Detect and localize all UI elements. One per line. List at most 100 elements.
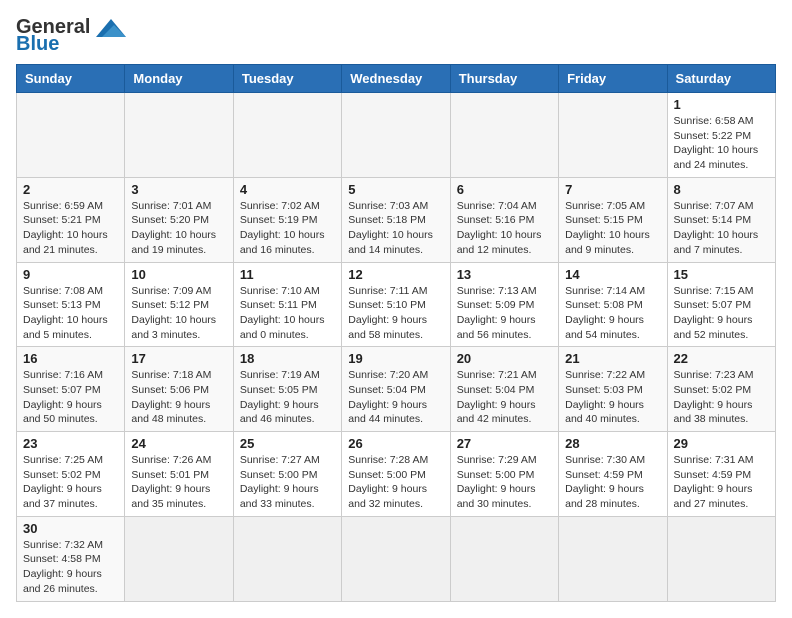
calendar-cell: 24 Sunrise: 7:26 AM Sunset: 5:01 PM Dayli…	[125, 432, 233, 517]
calendar-week-row: 30Sunrise: 7:32 AM Sunset: 4:58 PM Dayli…	[17, 516, 776, 601]
day-of-week-header: Friday	[559, 65, 667, 93]
day-info: Sunrise: 7:04 AM Sunset: 5:16 PM Dayligh…	[457, 199, 552, 258]
calendar-cell: 29Sunrise: 7:31 AM Sunset: 4:59 PM Dayli…	[667, 432, 775, 517]
day-info: Sunrise: 7:07 AM Sunset: 5:14 PM Dayligh…	[674, 199, 769, 258]
day-number: 2	[23, 182, 118, 197]
day-number: 20	[457, 351, 552, 366]
day-number: 21	[565, 351, 660, 366]
day-info: Sunrise: 7:15 AM Sunset: 5:07 PM Dayligh…	[674, 284, 769, 343]
day-info: Sunrise: 7:09 AM Sunset: 5:12 PM Dayligh…	[131, 284, 226, 343]
day-info: Sunrise: 7:21 AM Sunset: 5:04 PM Dayligh…	[457, 368, 552, 427]
logo: General Blue	[16, 16, 130, 56]
day-info: Sunrise: 7:20 AM Sunset: 5:04 PM Dayligh…	[348, 368, 443, 427]
calendar-cell: 27Sunrise: 7:29 AM Sunset: 5:00 PM Dayli…	[450, 432, 558, 517]
day-number: 18	[240, 351, 335, 366]
day-number: 9	[23, 267, 118, 282]
calendar-cell: 15 Sunrise: 7:15 AM Sunset: 5:07 PM Dayli…	[667, 262, 775, 347]
day-info: Sunrise: 7:08 AM Sunset: 5:13 PM Dayligh…	[23, 284, 118, 343]
day-number: 22	[674, 351, 769, 366]
calendar-cell: 19Sunrise: 7:20 AM Sunset: 5:04 PM Dayli…	[342, 347, 450, 432]
calendar-cell	[125, 93, 233, 178]
day-number: 17	[131, 351, 226, 366]
day-info: Sunrise: 7:30 AM Sunset: 4:59 PM Dayligh…	[565, 453, 660, 512]
day-number: 10	[131, 267, 226, 282]
calendar-week-row: 9 Sunrise: 7:08 AM Sunset: 5:13 PM Daylig…	[17, 262, 776, 347]
calendar-week-row: 16Sunrise: 7:16 AM Sunset: 5:07 PM Dayli…	[17, 347, 776, 432]
day-number: 6	[457, 182, 552, 197]
day-of-week-header: Sunday	[17, 65, 125, 93]
calendar-week-row: 2 Sunrise: 6:59 AM Sunset: 5:21 PM Daylig…	[17, 177, 776, 262]
day-number: 5	[348, 182, 443, 197]
calendar-cell: 7Sunrise: 7:05 AM Sunset: 5:15 PM Daylig…	[559, 177, 667, 262]
calendar-cell	[559, 93, 667, 178]
day-number: 29	[674, 436, 769, 451]
day-number: 24	[131, 436, 226, 451]
day-number: 30	[23, 521, 118, 536]
day-of-week-header: Wednesday	[342, 65, 450, 93]
day-number: 4	[240, 182, 335, 197]
calendar-cell: 22 Sunrise: 7:23 AM Sunset: 5:02 PM Dayli…	[667, 347, 775, 432]
calendar-cell: 21 Sunrise: 7:22 AM Sunset: 5:03 PM Dayli…	[559, 347, 667, 432]
day-info: Sunrise: 7:19 AM Sunset: 5:05 PM Dayligh…	[240, 368, 335, 427]
day-info: Sunrise: 6:58 AM Sunset: 5:22 PM Dayligh…	[674, 114, 769, 173]
day-number: 14	[565, 267, 660, 282]
day-info: Sunrise: 7:14 AM Sunset: 5:08 PM Dayligh…	[565, 284, 660, 343]
page-header: General Blue	[16, 16, 776, 56]
calendar-cell: 11 Sunrise: 7:10 AM Sunset: 5:11 PM Dayli…	[233, 262, 341, 347]
calendar-cell	[233, 516, 341, 601]
calendar-cell: 23 Sunrise: 7:25 AM Sunset: 5:02 PM Dayli…	[17, 432, 125, 517]
day-number: 8	[674, 182, 769, 197]
day-info: Sunrise: 7:26 AM Sunset: 5:01 PM Dayligh…	[131, 453, 226, 512]
calendar-cell	[342, 516, 450, 601]
calendar-cell	[125, 516, 233, 601]
calendar-cell: 18 Sunrise: 7:19 AM Sunset: 5:05 PM Dayli…	[233, 347, 341, 432]
calendar-cell: 14 Sunrise: 7:14 AM Sunset: 5:08 PM Dayli…	[559, 262, 667, 347]
calendar-week-row: 1 Sunrise: 6:58 AM Sunset: 5:22 PM Daylig…	[17, 93, 776, 178]
day-number: 11	[240, 267, 335, 282]
calendar-week-row: 23 Sunrise: 7:25 AM Sunset: 5:02 PM Dayli…	[17, 432, 776, 517]
calendar-cell	[342, 93, 450, 178]
day-number: 25	[240, 436, 335, 451]
calendar-cell: 4 Sunrise: 7:02 AM Sunset: 5:19 PM Daylig…	[233, 177, 341, 262]
day-info: Sunrise: 7:28 AM Sunset: 5:00 PM Dayligh…	[348, 453, 443, 512]
day-info: Sunrise: 7:18 AM Sunset: 5:06 PM Dayligh…	[131, 368, 226, 427]
day-number: 7	[565, 182, 660, 197]
day-info: Sunrise: 7:02 AM Sunset: 5:19 PM Dayligh…	[240, 199, 335, 258]
day-info: Sunrise: 7:29 AM Sunset: 5:00 PM Dayligh…	[457, 453, 552, 512]
day-info: Sunrise: 7:22 AM Sunset: 5:03 PM Dayligh…	[565, 368, 660, 427]
calendar-cell: 30Sunrise: 7:32 AM Sunset: 4:58 PM Dayli…	[17, 516, 125, 601]
day-info: Sunrise: 7:23 AM Sunset: 5:02 PM Dayligh…	[674, 368, 769, 427]
calendar-table: SundayMondayTuesdayWednesdayThursdayFrid…	[16, 64, 776, 602]
day-number: 23	[23, 436, 118, 451]
calendar-cell	[450, 93, 558, 178]
calendar-cell	[233, 93, 341, 178]
calendar-cell	[667, 516, 775, 601]
logo-icon	[92, 17, 130, 39]
calendar-cell: 3Sunrise: 7:01 AM Sunset: 5:20 PM Daylig…	[125, 177, 233, 262]
calendar-cell	[559, 516, 667, 601]
calendar-cell: 10 Sunrise: 7:09 AM Sunset: 5:12 PM Dayli…	[125, 262, 233, 347]
calendar-cell: 5Sunrise: 7:03 AM Sunset: 5:18 PM Daylig…	[342, 177, 450, 262]
day-number: 28	[565, 436, 660, 451]
day-number: 15	[674, 267, 769, 282]
day-info: Sunrise: 7:13 AM Sunset: 5:09 PM Dayligh…	[457, 284, 552, 343]
calendar-cell: 6 Sunrise: 7:04 AM Sunset: 5:16 PM Daylig…	[450, 177, 558, 262]
day-info: Sunrise: 7:25 AM Sunset: 5:02 PM Dayligh…	[23, 453, 118, 512]
calendar-cell: 25 Sunrise: 7:27 AM Sunset: 5:00 PM Dayli…	[233, 432, 341, 517]
calendar-cell: 20 Sunrise: 7:21 AM Sunset: 5:04 PM Dayli…	[450, 347, 558, 432]
calendar-cell: 26Sunrise: 7:28 AM Sunset: 5:00 PM Dayli…	[342, 432, 450, 517]
day-info: Sunrise: 7:10 AM Sunset: 5:11 PM Dayligh…	[240, 284, 335, 343]
day-of-week-header: Tuesday	[233, 65, 341, 93]
day-number: 13	[457, 267, 552, 282]
day-info: Sunrise: 6:59 AM Sunset: 5:21 PM Dayligh…	[23, 199, 118, 258]
calendar-cell: 12Sunrise: 7:11 AM Sunset: 5:10 PM Dayli…	[342, 262, 450, 347]
day-info: Sunrise: 7:27 AM Sunset: 5:00 PM Dayligh…	[240, 453, 335, 512]
calendar-cell	[450, 516, 558, 601]
calendar-cell: 28 Sunrise: 7:30 AM Sunset: 4:59 PM Dayli…	[559, 432, 667, 517]
calendar-cell: 8 Sunrise: 7:07 AM Sunset: 5:14 PM Daylig…	[667, 177, 775, 262]
day-number: 1	[674, 97, 769, 112]
calendar-cell: 16Sunrise: 7:16 AM Sunset: 5:07 PM Dayli…	[17, 347, 125, 432]
day-of-week-header: Thursday	[450, 65, 558, 93]
day-of-week-header: Monday	[125, 65, 233, 93]
day-info: Sunrise: 7:01 AM Sunset: 5:20 PM Dayligh…	[131, 199, 226, 258]
